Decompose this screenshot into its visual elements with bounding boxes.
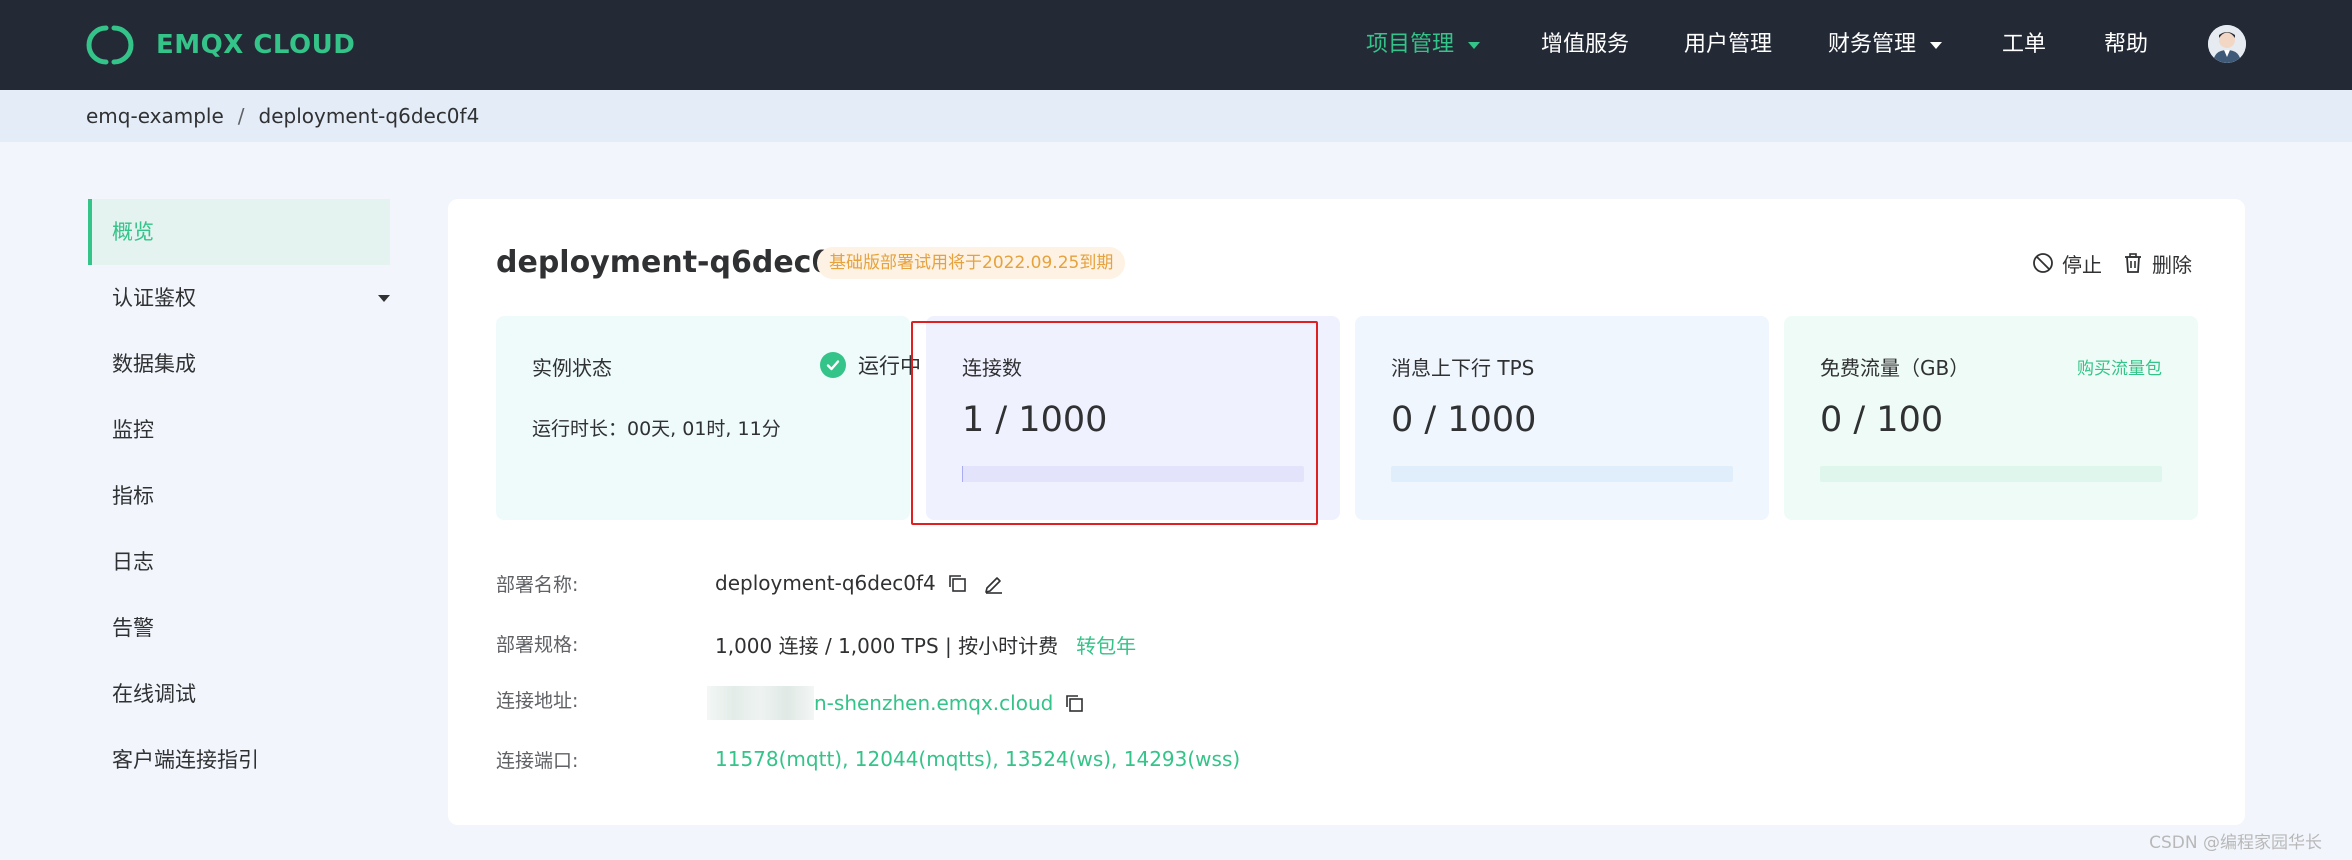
chevron-down-icon [378,295,390,302]
top-navbar: EMQX CLOUD 项目管理 增值服务 用户管理 财务管理 工单 帮助 [0,0,2352,90]
nav-tickets[interactable]: 工单 [2002,28,2046,62]
nav-label: 用户管理 [1684,32,1773,57]
breadcrumb: emq-example / deployment-q6dec0f4 [86,104,479,128]
deployment-name-label: 部署名称: [496,574,579,596]
sidebar-item-label: 概览 [112,220,154,244]
sidebar-item-label: 日志 [112,550,154,574]
buy-traffic-link[interactable]: 购买流量包 [2077,354,2162,379]
nav-label: 帮助 [2104,32,2149,57]
sidebar-item-label: 认证鉴权 [112,286,196,310]
sidebar-item-label: 客户端连接指引 [112,748,259,772]
stat-value: 0 / 100 [1820,400,1944,440]
user-avatar-icon [2208,25,2246,63]
sidebar-item-label: 数据集成 [112,352,196,376]
sidebar-item-online-debug[interactable]: 在线调试 [88,661,390,727]
sidebar-item-metrics[interactable]: 指标 [88,463,390,529]
logo-text: EMQX CLOUD [156,30,356,60]
nav-help[interactable]: 帮助 [2104,28,2148,62]
edit-icon[interactable] [982,572,1006,594]
sidebar-item-monitoring[interactable]: 监控 [88,397,390,463]
connection-ports-label: 连接端口: [496,750,579,772]
stat-label: 消息上下行 TPS [1391,356,1535,380]
stat-label: 免费流量（GB） [1820,356,1970,380]
connection-address-label: 连接地址: [496,690,579,712]
breadcrumb-project[interactable]: emq-example [86,104,224,128]
copy-icon[interactable] [946,572,968,594]
stop-icon [2033,253,2053,273]
copy-icon[interactable] [1063,692,1085,714]
breadcrumb-separator: / [237,104,245,128]
connection-address-row: n-shenzhen.emqx.cloud [707,686,1085,720]
nav-value-added-services[interactable]: 增值服务 [1541,28,1629,62]
connection-address-value[interactable]: n-shenzhen.emqx.cloud [814,691,1053,715]
free-traffic-card: 免费流量（GB） 购买流量包 0 / 100 [1784,316,2198,520]
connections-progress-bar [962,466,1304,482]
nav-project-management[interactable]: 项目管理 [1366,28,1481,62]
instance-status-card: 实例状态 运行中 运行时长：00天, 01时, 11分 [496,316,921,520]
nav-finance-management[interactable]: 财务管理 [1828,28,1943,62]
breadcrumb-bar: emq-example / deployment-q6dec0f4 [0,90,2352,142]
status-badge: 运行中 [820,350,921,380]
deployment-name-value: deployment-q6dec0f4 [715,571,936,595]
tps-card: 消息上下行 TPS 0 / 1000 [1355,316,1769,520]
delete-button[interactable]: 删除 [2122,249,2192,277]
sidebar-item-client-guide[interactable]: 客户端连接指引 [88,727,390,793]
nav-label: 财务管理 [1828,32,1917,57]
nav-label: 工单 [2002,32,2047,57]
check-circle-icon [820,352,846,378]
stop-label: 停止 [2062,252,2102,277]
sidebar-item-label: 在线调试 [112,682,196,706]
sidebar-item-data-integration[interactable]: 数据集成 [88,331,390,397]
tps-progress-bar [1391,466,1733,482]
uptime-text: 运行时长：00天, 01时, 11分 [532,418,781,440]
traffic-progress-bar [1820,466,2162,482]
sidebar-item-label: 指标 [112,484,154,508]
connections-card: 连接数 1 / 1000 [926,316,1340,520]
sidebar-item-label: 告警 [112,616,154,640]
sidebar-item-overview[interactable]: 概览 [88,199,390,265]
breadcrumb-deployment: deployment-q6dec0f4 [258,104,480,128]
deployment-spec-label: 部署规格: [496,634,579,656]
chevron-down-icon [1930,41,1943,49]
stat-label: 连接数 [962,356,1022,380]
sidebar-item-auth[interactable]: 认证鉴权 [88,265,390,331]
logo[interactable]: EMQX CLOUD [84,22,355,68]
stat-value: 0 / 1000 [1391,400,1537,440]
connection-ports-row: 11578(mqtt), 12044(mqtts), 13524(ws), 14… [715,747,1240,771]
status-text: 运行中 [858,354,921,378]
nav-label: 项目管理 [1366,32,1455,57]
deployment-title: deployment-q6dec0f4 [496,245,867,280]
delete-label: 删除 [2152,252,2192,277]
deployment-spec-row: 1,000 连接 / 1,000 TPS | 按小时计费 转包年 [715,630,1136,659]
sidebar-item-logs[interactable]: 日志 [88,529,390,595]
deployment-name-row: deployment-q6dec0f4 [715,571,1006,595]
trial-badge: 基础版部署试用将于2022.09.25到期 [817,247,1126,279]
sidebar-item-alerts[interactable]: 告警 [88,595,390,661]
stop-button[interactable]: 停止 [2032,249,2102,277]
chevron-down-icon [1468,41,1481,49]
connection-ports-value: 11578(mqtt), 12044(mqtts), 13524(ws), 14… [715,747,1241,771]
stat-value: 1 / 1000 [962,400,1108,440]
nav-user-management[interactable]: 用户管理 [1684,28,1772,62]
sidebar-item-label: 监控 [112,418,154,442]
deployment-spec-value: 1,000 连接 / 1,000 TPS | 按小时计费 [715,634,1059,658]
stat-label: 实例状态 [532,356,612,380]
emqx-logo-icon [86,25,134,65]
watermark: CSDN @编程家园华长 [2149,833,2322,853]
user-avatar[interactable] [2208,25,2246,63]
trash-icon [2125,253,2141,273]
nav-label: 增值服务 [1541,32,1630,57]
redacted-block [707,686,814,720]
switch-to-annual-link[interactable]: 转包年 [1076,630,1136,659]
